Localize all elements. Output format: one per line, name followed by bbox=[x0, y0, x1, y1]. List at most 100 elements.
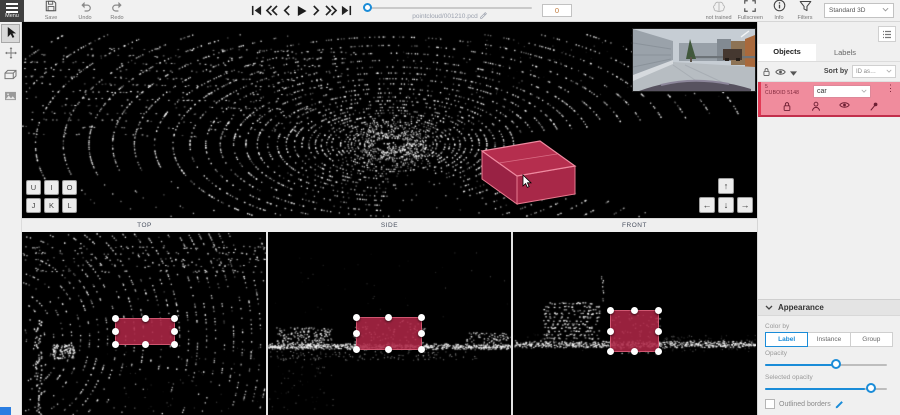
hotkey-o[interactable]: O bbox=[62, 180, 77, 195]
bbox-handle[interactable] bbox=[171, 315, 178, 322]
bbox-handle[interactable] bbox=[655, 328, 662, 335]
brain-icon bbox=[712, 0, 726, 15]
selected-opacity-slider-thumb[interactable] bbox=[866, 383, 876, 393]
filters-button[interactable]: Filters bbox=[792, 0, 818, 22]
rotation-hotkeys: U I O J K L bbox=[26, 180, 77, 213]
link-icon[interactable] bbox=[480, 12, 487, 21]
fast-forward-button[interactable] bbox=[325, 4, 338, 18]
hotkey-k[interactable]: K bbox=[44, 198, 59, 213]
bbox-handle[interactable] bbox=[353, 346, 360, 353]
undo-button[interactable]: Undo bbox=[72, 0, 98, 22]
cuboid-tool-button[interactable] bbox=[1, 66, 20, 85]
next-frame-button[interactable] bbox=[310, 4, 323, 18]
selected-opacity-slider[interactable] bbox=[765, 383, 893, 395]
side-view[interactable] bbox=[268, 232, 514, 415]
fullscreen-icon bbox=[744, 0, 756, 15]
bbox-handle[interactable] bbox=[418, 314, 425, 321]
bbox-handle[interactable] bbox=[418, 330, 425, 337]
prev-frame-button[interactable] bbox=[280, 4, 293, 18]
expand-caret-icon[interactable] bbox=[790, 63, 797, 81]
arrow-left-button[interactable]: ← bbox=[699, 197, 715, 213]
hotkey-j[interactable]: J bbox=[26, 198, 41, 213]
appearance-section: Appearance Color by Label Instance Group… bbox=[758, 299, 900, 415]
object-lock-button[interactable] bbox=[782, 101, 792, 112]
top-toolbar: Menu Save Undo Redo bbox=[0, 0, 900, 22]
top-view[interactable] bbox=[22, 232, 268, 415]
edit-borders-button[interactable] bbox=[835, 400, 844, 409]
menu-button[interactable]: Menu bbox=[0, 0, 24, 22]
save-button[interactable]: Save bbox=[38, 0, 64, 22]
hotkey-u[interactable]: U bbox=[26, 180, 41, 195]
hotkey-i[interactable]: I bbox=[44, 180, 59, 195]
redo-button[interactable]: Redo bbox=[104, 0, 130, 22]
bbox-handle[interactable] bbox=[353, 314, 360, 321]
notification-sliver bbox=[0, 407, 11, 415]
bbox-handle[interactable] bbox=[353, 330, 360, 337]
arrow-up-button[interactable]: ↑ bbox=[718, 178, 734, 194]
chevron-down-icon bbox=[861, 88, 867, 95]
frame-slider[interactable]: pointcloud/001210.pcd bbox=[367, 0, 532, 22]
object-class-select[interactable]: car bbox=[813, 85, 871, 98]
skip-last-button[interactable] bbox=[340, 4, 353, 18]
outlined-borders-checkbox[interactable] bbox=[765, 399, 775, 409]
color-by-group-option[interactable]: Group bbox=[851, 332, 893, 347]
object-pin-button[interactable] bbox=[869, 101, 879, 112]
bbox-handle[interactable] bbox=[112, 315, 119, 322]
object-more-button[interactable]: ⋮ bbox=[885, 84, 896, 93]
lock-all-button[interactable] bbox=[762, 67, 771, 77]
camera-preview[interactable] bbox=[633, 29, 755, 91]
viewport-column: U I O J K L ↑ ← ↓ → bbox=[22, 22, 757, 415]
object-list-item-selected[interactable]: 5 CUBOID 5148 car ⋮ bbox=[758, 82, 900, 117]
color-by-instance-option[interactable]: Instance bbox=[808, 332, 850, 347]
play-button[interactable] bbox=[295, 4, 308, 18]
bbox-handle[interactable] bbox=[142, 315, 149, 322]
front-view-bbox[interactable] bbox=[610, 310, 659, 352]
panel-menu-button[interactable] bbox=[878, 26, 896, 42]
top-view-bbox[interactable] bbox=[115, 318, 175, 345]
frame-slider-thumb[interactable] bbox=[363, 3, 372, 12]
image-context-tool-button[interactable] bbox=[1, 87, 20, 106]
side-view-bbox[interactable] bbox=[356, 317, 422, 350]
arrow-right-button[interactable]: → bbox=[737, 197, 753, 213]
info-button[interactable]: Info bbox=[766, 0, 792, 22]
bbox-handle[interactable] bbox=[418, 346, 425, 353]
fast-rewind-button[interactable] bbox=[265, 4, 278, 18]
skip-first-button[interactable] bbox=[250, 4, 263, 18]
fullscreen-button[interactable]: Fullscreen bbox=[735, 0, 766, 22]
tab-labels[interactable]: Labels bbox=[816, 44, 874, 61]
opacity-slider[interactable] bbox=[765, 359, 893, 371]
tool-sidebar bbox=[0, 22, 22, 415]
object-owner-button[interactable] bbox=[811, 101, 821, 112]
arrow-down-button[interactable]: ↓ bbox=[718, 197, 734, 213]
bbox-handle[interactable] bbox=[607, 307, 614, 314]
tab-objects[interactable]: Objects bbox=[758, 44, 816, 61]
frame-number-input[interactable] bbox=[542, 4, 572, 17]
bbox-handle[interactable] bbox=[142, 341, 149, 348]
appearance-header[interactable]: Appearance bbox=[758, 300, 900, 316]
perspective-view[interactable]: U I O J K L ↑ ← ↓ → bbox=[22, 22, 757, 218]
opacity-slider-thumb[interactable] bbox=[831, 359, 841, 369]
color-by-label-option[interactable]: Label bbox=[765, 332, 808, 347]
not-trained-button[interactable]: not trained bbox=[703, 0, 735, 22]
bbox-handle[interactable] bbox=[112, 328, 119, 335]
sort-select[interactable]: ID as… bbox=[852, 65, 896, 78]
bbox-handle[interactable] bbox=[112, 341, 119, 348]
current-file-label: pointcloud/001210.pcd bbox=[367, 12, 532, 21]
object-visibility-button[interactable] bbox=[839, 101, 850, 112]
objects-toolbar: Sort by ID as… bbox=[758, 62, 900, 82]
toolbar-right-group: not trained Fullscreen Info Filters bbox=[703, 0, 900, 22]
select-tool-button[interactable] bbox=[1, 24, 20, 43]
bbox-handle[interactable] bbox=[607, 328, 614, 335]
bbox-handle[interactable] bbox=[171, 328, 178, 335]
bbox-handle[interactable] bbox=[385, 314, 392, 321]
hotkey-l[interactable]: L bbox=[62, 198, 77, 213]
selected-cuboid[interactable] bbox=[472, 138, 592, 208]
front-view[interactable] bbox=[513, 232, 757, 415]
bbox-handle[interactable] bbox=[171, 341, 178, 348]
color-by-label: Color by bbox=[765, 323, 893, 330]
bbox-handle[interactable] bbox=[631, 307, 638, 314]
view-mode-select[interactable]: Standard 3D bbox=[824, 3, 894, 18]
cuboid-icon bbox=[4, 68, 17, 83]
pan-tool-button[interactable] bbox=[1, 45, 20, 64]
visibility-all-button[interactable] bbox=[775, 68, 786, 76]
